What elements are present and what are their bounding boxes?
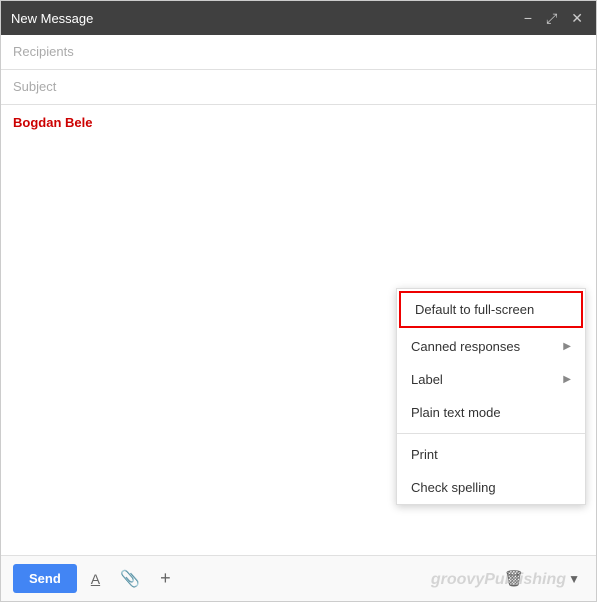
toolbar: Send A 📎 + groovyPublishing 🗑 ▼ — [1, 555, 596, 601]
dropdown-item-fullscreen[interactable]: Default to full-screen — [399, 291, 583, 328]
format-icon: A — [91, 571, 100, 587]
canned-arrow-icon: ▶ — [563, 341, 571, 352]
body-area: Bogdan Bele Default to full-screen Canne… — [1, 105, 596, 555]
format-button[interactable]: A — [85, 567, 106, 591]
dropdown-item-plaintext-label: Plain text mode — [411, 405, 501, 420]
dropdown-menu: Default to full-screen Canned responses … — [396, 288, 586, 505]
dropdown-item-label-text: Label — [411, 372, 443, 387]
title-bar: New Message − ⤢ ✕ — [1, 1, 596, 35]
label-arrow-icon: ▶ — [563, 374, 571, 385]
dropdown-item-canned[interactable]: Canned responses ▶ — [397, 330, 585, 363]
sender-name: Bogdan Bele — [13, 115, 584, 130]
dropdown-item-print[interactable]: Print — [397, 438, 585, 471]
trash-icon: 🗑 — [504, 569, 524, 589]
send-button[interactable]: Send — [13, 564, 77, 593]
expand-button[interactable]: ⤢ — [543, 11, 560, 25]
dropdown-divider — [397, 433, 585, 434]
dropdown-item-print-label: Print — [411, 447, 438, 462]
more-icon: + — [160, 568, 171, 589]
dropdown-item-spell[interactable]: Check spelling — [397, 471, 585, 504]
attach-button[interactable]: 📎 — [114, 565, 146, 593]
more-button[interactable]: + — [154, 564, 177, 593]
dropdown-item-spell-label: Check spelling — [411, 480, 496, 495]
subject-row — [1, 70, 596, 105]
subject-input[interactable] — [13, 79, 584, 94]
window-title: New Message — [11, 11, 93, 26]
attach-icon: 📎 — [120, 569, 140, 589]
dropdown-item-fullscreen-label: Default to full-screen — [415, 302, 534, 317]
options-arrow-button[interactable]: ▼ — [564, 568, 584, 590]
minimize-button[interactable]: − — [521, 11, 535, 25]
compose-window: New Message − ⤢ ✕ Bogdan Bele Default to… — [0, 0, 597, 602]
recipients-input[interactable] — [13, 44, 584, 59]
delete-button[interactable]: 🗑 — [498, 565, 530, 593]
dropdown-item-plaintext[interactable]: Plain text mode — [397, 396, 585, 429]
close-button[interactable]: ✕ — [568, 11, 586, 25]
dropdown-item-canned-label: Canned responses — [411, 339, 520, 354]
title-bar-controls: − ⤢ ✕ — [521, 11, 586, 25]
chevron-down-icon: ▼ — [568, 572, 580, 586]
recipients-row — [1, 35, 596, 70]
dropdown-item-label[interactable]: Label ▶ — [397, 363, 585, 396]
